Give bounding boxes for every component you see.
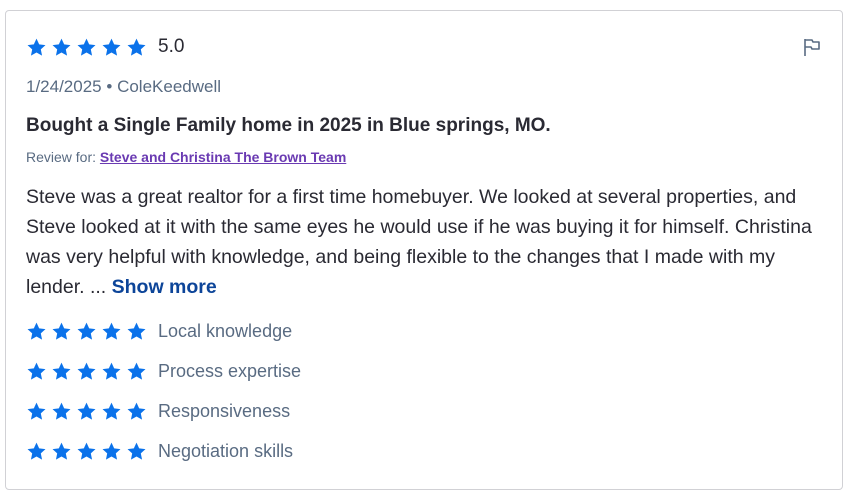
- star-icon: [126, 401, 147, 422]
- star-icon: [51, 37, 72, 58]
- star-icon: [101, 441, 122, 462]
- star-icon: [26, 401, 47, 422]
- star-icon: [101, 401, 122, 422]
- subrating-stars: [26, 401, 151, 422]
- subrating-row: Process expertise: [26, 361, 301, 382]
- overall-rating-value: 5.0: [158, 36, 185, 57]
- star-icon: [76, 321, 97, 342]
- subrating-label: Negotiation skills: [158, 441, 294, 461]
- show-more-button[interactable]: Show more: [112, 276, 217, 298]
- subrating-stars: [26, 321, 151, 342]
- star-icon: [101, 321, 122, 342]
- flag-icon[interactable]: [802, 37, 822, 57]
- review-card: 5.0 1/24/2025 • ColeKeedwell Bought a Si…: [5, 10, 843, 490]
- subrating-stars: [26, 361, 151, 382]
- meta-separator: •: [106, 77, 113, 96]
- star-icon: [126, 37, 147, 58]
- review-date: 1/24/2025: [26, 77, 102, 96]
- star-icon: [26, 37, 47, 58]
- subrating-stars: [26, 441, 151, 462]
- star-icon: [76, 37, 97, 58]
- star-icon: [26, 361, 47, 382]
- star-icon: [51, 361, 72, 382]
- star-icon: [51, 321, 72, 342]
- review-for: Review for: Steve and Christina The Brow…: [26, 149, 346, 165]
- review-title: Bought a Single Family home in 2025 in B…: [26, 115, 551, 136]
- review-meta: 1/24/2025 • ColeKeedwell: [26, 77, 221, 97]
- star-icon: [76, 441, 97, 462]
- review-author: ColeKeedwell: [117, 77, 222, 96]
- subrating-label: Local knowledge: [158, 321, 293, 341]
- star-icon: [51, 401, 72, 422]
- star-icon: [101, 361, 122, 382]
- subrating-label: Responsiveness: [158, 401, 291, 421]
- star-icon: [101, 37, 122, 58]
- star-icon: [26, 321, 47, 342]
- star-icon: [26, 441, 47, 462]
- overall-rating-row: 5.0: [26, 36, 184, 58]
- subrating-label: Process expertise: [158, 361, 302, 381]
- star-icon: [76, 401, 97, 422]
- overall-stars: [26, 37, 151, 58]
- subrating-row: Responsiveness: [26, 401, 290, 422]
- subrating-row: Negotiation skills: [26, 441, 293, 462]
- review-for-label: Review for:: [26, 149, 97, 165]
- star-icon: [76, 361, 97, 382]
- star-icon: [126, 361, 147, 382]
- subrating-row: Local knowledge: [26, 321, 292, 342]
- star-icon: [51, 441, 72, 462]
- review-body: Steve was a great realtor for a first ti…: [26, 182, 832, 302]
- star-icon: [126, 441, 147, 462]
- star-icon: [126, 321, 147, 342]
- agent-name-link[interactable]: Steve and Christina The Brown Team: [100, 149, 346, 165]
